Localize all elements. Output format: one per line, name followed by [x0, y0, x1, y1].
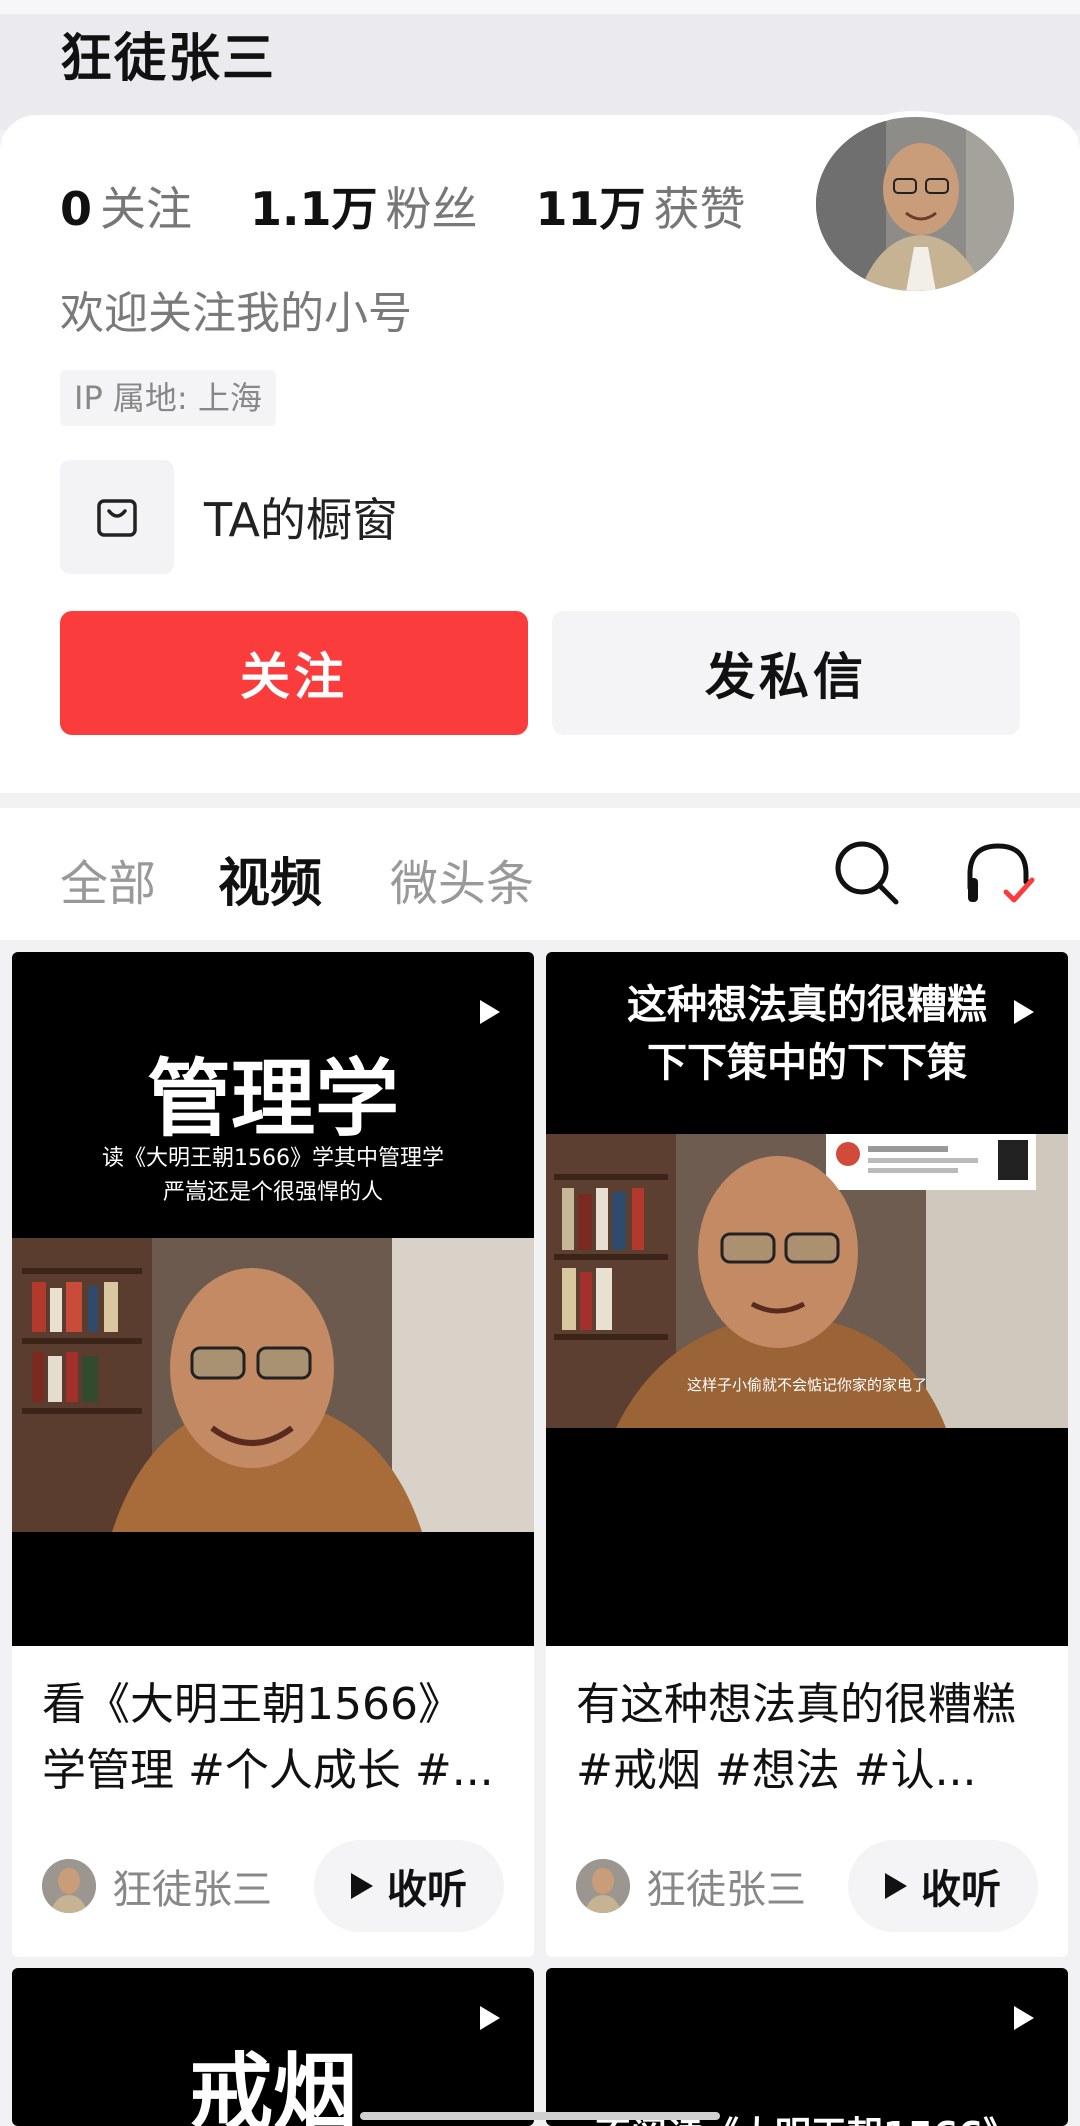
play-icon: [885, 1873, 907, 1899]
video-caption: 这样子小偷就不会惦记你家的家电了: [686, 1376, 927, 1394]
shop-window-label: TA的橱窗: [204, 493, 398, 547]
profile-avatar[interactable]: [810, 111, 1020, 297]
author-row[interactable]: 狂徒张三: [576, 1857, 806, 1915]
video-card[interactable]: 这种想法真的很糟糕 下下策中的下下策 这样子小偷就不会惦记你家的家电了 有这种想…: [546, 952, 1068, 1957]
listen-button[interactable]: 收听: [314, 1840, 504, 1932]
tab-videos[interactable]: 视频: [218, 841, 322, 916]
thumbnail-title: 戒烟: [188, 2044, 357, 2126]
author-row[interactable]: 狂徒张三: [42, 1857, 272, 1915]
stat-label: 粉丝: [385, 182, 478, 236]
video-thumbnail[interactable]: 不阅读《大明王朝1566》: [546, 1968, 1068, 2126]
video-title[interactable]: 看《大明王朝1566》学管理 #个人成长 #...: [42, 1672, 504, 1804]
tab-all[interactable]: 全部: [60, 844, 156, 914]
author-avatar: [42, 1859, 96, 1913]
video-card[interactable]: 管理学 读《大明王朝1566》学其中管理学 严嵩还是个很强悍的人 看《大明王朝1…: [12, 952, 534, 1957]
follow-button[interactable]: 关注: [60, 611, 528, 735]
stat-number: 0: [60, 182, 93, 236]
thumbnail-title: 下下策中的下下策: [647, 1040, 967, 1086]
content-tabs: 全部 视频 微头条: [0, 808, 1080, 940]
stat-number: 11万: [535, 182, 646, 236]
play-icon: [480, 1000, 500, 1024]
author-name: 狂徒张三: [646, 1867, 806, 1913]
stat-label: 获赞: [653, 182, 746, 236]
thumbnail-subtitle: 严嵩还是个很强悍的人: [162, 1180, 383, 1205]
profile-card: 0 关注 1.1万 粉丝 11万 获赞 欢迎关注我的小号 IP 属地: 上海 T…: [0, 111, 1080, 793]
headphones-icon[interactable]: [962, 838, 1038, 908]
listen-label: 收听: [387, 1867, 467, 1913]
video-thumbnail[interactable]: 戒烟: [12, 1968, 534, 2126]
tab-micro-posts[interactable]: 微头条: [390, 844, 534, 914]
ip-location-tag: IP 属地: 上海: [60, 370, 276, 426]
listen-label: 收听: [921, 1867, 1001, 1913]
video-title[interactable]: 有这种想法真的很糟糕 #戒烟 #想法 #认...: [576, 1672, 1038, 1804]
play-icon: [351, 1873, 373, 1899]
stats-row: 0 关注 1.1万 粉丝 11万 获赞: [60, 173, 804, 239]
shop-window-entry[interactable]: TA的橱窗: [60, 460, 398, 574]
video-thumbnail[interactable]: 管理学 读《大明王朝1566》学其中管理学 严嵩还是个很强悍的人: [12, 952, 534, 1646]
play-icon: [1014, 2006, 1034, 2030]
stat-label: 关注: [100, 182, 193, 236]
video-card[interactable]: 戒烟: [12, 1968, 534, 2126]
video-thumbnail[interactable]: 这种想法真的很糟糕 下下策中的下下策 这样子小偷就不会惦记你家的家电了: [546, 952, 1068, 1646]
author-avatar: [576, 1859, 630, 1913]
profile-bio: 欢迎关注我的小号: [60, 288, 412, 339]
thumbnail-title: 管理学: [146, 1050, 399, 1148]
search-icon[interactable]: [832, 838, 902, 908]
listen-button[interactable]: 收听: [848, 1840, 1038, 1932]
stat-likes[interactable]: 11万 获赞: [536, 173, 746, 239]
thumbnail-title: 这种想法真的很糟糕: [627, 982, 987, 1028]
author-name: 狂徒张三: [112, 1867, 272, 1913]
thumbnail-photo: [12, 1238, 534, 1532]
home-indicator: [360, 2112, 720, 2120]
status-strip: [0, 0, 1080, 14]
stat-followers[interactable]: 1.1万 粉丝: [250, 173, 478, 239]
thumbnail-photo: 这样子小偷就不会惦记你家的家电了: [546, 1134, 1068, 1428]
stat-number: 1.1万: [250, 182, 378, 236]
stat-following[interactable]: 0 关注: [60, 173, 192, 239]
video-card[interactable]: 不阅读《大明王朝1566》: [546, 1968, 1068, 2126]
message-button[interactable]: 发私信: [552, 611, 1020, 735]
profile-name: 狂徒张三: [60, 29, 277, 89]
thumbnail-subtitle: 读《大明王朝1566》学其中管理学: [102, 1146, 444, 1171]
shopping-bag-icon: [60, 460, 174, 574]
